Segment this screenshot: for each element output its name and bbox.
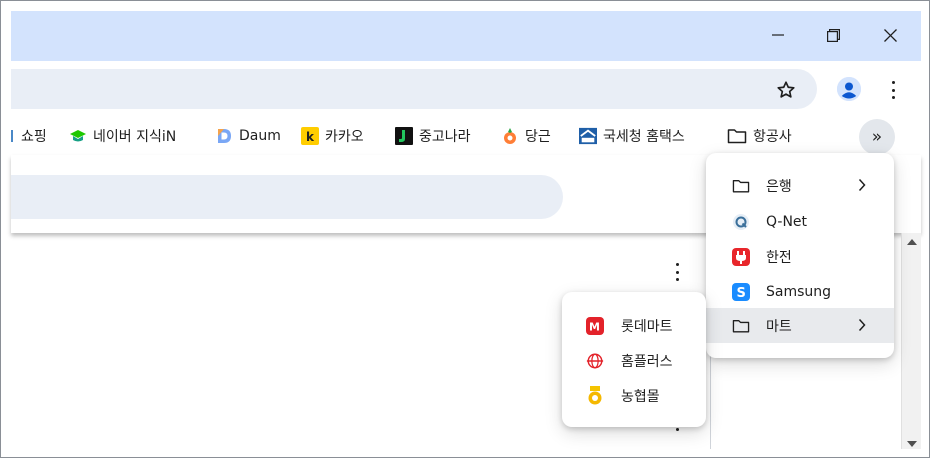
shopping-icon	[11, 127, 15, 145]
bookmark-label: 당근	[525, 129, 551, 145]
bookmark-label: 중고나라	[419, 129, 471, 145]
svg-text:k: k	[306, 130, 315, 144]
bookmarks-overflow-button[interactable]: »	[859, 119, 895, 155]
star-icon	[777, 81, 795, 98]
more-vert-icon[interactable]	[672, 263, 682, 281]
bookmark-carrot[interactable]: 당근	[501, 117, 551, 155]
menu-item-mart[interactable]: 마트	[706, 308, 894, 343]
folder-icon	[727, 127, 747, 145]
hometax-icon	[579, 127, 597, 145]
menu-item-label: 마트	[766, 318, 792, 335]
svg-text:M: M	[589, 320, 600, 333]
minimize-button[interactable]	[755, 21, 801, 49]
title-bar	[11, 11, 921, 61]
bookmark-joonggonara[interactable]: 중고나라	[395, 117, 471, 155]
more-vert-icon[interactable]	[887, 79, 899, 101]
restore-icon	[826, 28, 840, 42]
menu-item-samsung[interactable]: S Samsung	[706, 274, 894, 309]
menu-item-label: 농협몰	[621, 388, 660, 405]
browser-window: 쇼핑 네이버 지식iN Daum k 카카오 중고나라 당근 국세청 홈택스 항	[0, 0, 930, 458]
vertical-scrollbar[interactable]	[901, 233, 921, 449]
homeplus-icon	[586, 352, 604, 370]
bookmark-star-button[interactable]	[775, 79, 797, 101]
bookmarks-bar: 쇼핑 네이버 지식iN Daum k 카카오 중고나라 당근 국세청 홈택스 항	[11, 117, 921, 155]
bookmark-label: 카카오	[325, 129, 364, 145]
menu-item-bank[interactable]: 은행	[706, 168, 894, 203]
svg-text:S: S	[737, 286, 746, 301]
naver-kin-icon	[69, 127, 87, 145]
toolbar	[11, 61, 921, 117]
menu-item-qnet[interactable]: Q-Net	[706, 204, 894, 239]
bookmark-label: 항공사	[753, 129, 792, 145]
nhmall-icon	[586, 385, 604, 405]
menu-item-homeplus[interactable]: 홈플러스	[562, 343, 706, 378]
mart-submenu: M 롯데마트 홈플러스 농협몰	[562, 292, 706, 427]
menu-item-label: 은행	[766, 178, 792, 195]
minimize-icon	[772, 34, 784, 36]
bookmark-daum[interactable]: Daum	[215, 117, 281, 155]
carrot-icon	[501, 127, 519, 145]
bookmark-label: Daum	[239, 128, 281, 144]
chevron-right-icon	[858, 318, 866, 332]
kepco-icon	[732, 247, 750, 266]
menu-item-label: 홈플러스	[621, 353, 673, 370]
bookmark-shopping[interactable]: 쇼핑	[11, 117, 47, 155]
close-button[interactable]	[867, 21, 913, 49]
bookmark-hometax[interactable]: 국세청 홈택스	[579, 117, 685, 155]
daum-icon	[215, 127, 233, 145]
menu-item-nhmall[interactable]: 농협몰	[562, 378, 706, 413]
bookmark-naver-kin[interactable]: 네이버 지식iN	[69, 117, 176, 155]
profile-button[interactable]	[837, 77, 861, 101]
bookmarks-overflow-menu: 은행 Q-Net 한전 S Samsung 마트	[706, 153, 894, 358]
bookmark-kakao[interactable]: k 카카오	[301, 117, 364, 155]
folder-icon	[732, 177, 750, 195]
bookmark-airline-folder[interactable]: 항공사	[727, 117, 792, 155]
profile-icon	[837, 77, 861, 101]
joonggonara-icon	[395, 127, 413, 145]
menu-item-kepco[interactable]: 한전	[706, 239, 894, 274]
bookmark-label: 쇼핑	[21, 129, 47, 145]
bookmark-label: 국세청 홈택스	[603, 129, 685, 145]
menu-item-lottemart[interactable]: M 롯데마트	[562, 308, 706, 343]
scroll-down-arrow-icon[interactable]	[907, 441, 917, 447]
menu-item-label: Samsung	[766, 283, 832, 300]
samsung-icon: S	[732, 282, 750, 301]
menu-item-label: 한전	[766, 249, 792, 266]
chevron-double-right-icon: »	[871, 127, 883, 147]
qnet-icon	[732, 213, 750, 231]
chevron-right-icon	[858, 178, 866, 192]
lottemart-icon: M	[586, 316, 604, 335]
scroll-up-arrow-icon[interactable]	[907, 239, 917, 245]
address-bar[interactable]	[11, 69, 817, 109]
kakao-icon: k	[301, 127, 319, 145]
ntp-search-box[interactable]	[11, 175, 563, 219]
bookmark-label: 네이버 지식iN	[93, 129, 177, 145]
close-icon	[883, 28, 897, 42]
restore-button[interactable]	[810, 21, 856, 49]
menu-item-label: 롯데마트	[621, 318, 673, 335]
menu-item-label: Q-Net	[766, 213, 808, 230]
folder-icon	[732, 317, 750, 335]
